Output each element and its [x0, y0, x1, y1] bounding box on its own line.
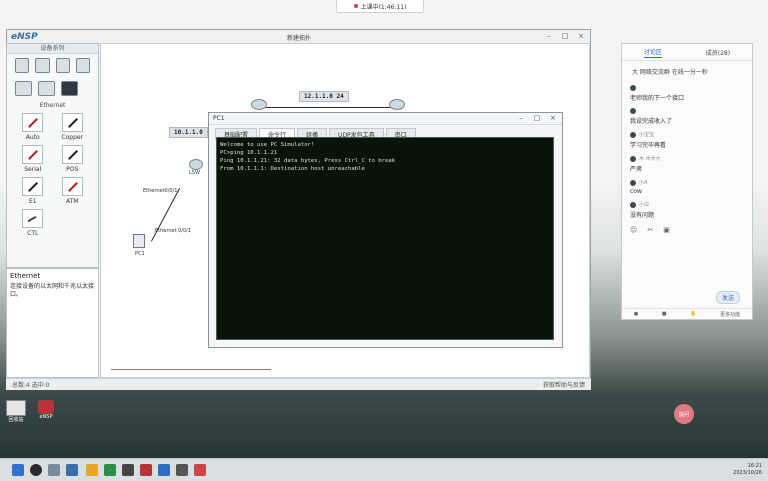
live-dot-icon [353, 4, 358, 8]
avatar [630, 131, 636, 138]
chat-footer: ● ■ ✋ 更多功能 [622, 308, 752, 319]
avatar [630, 155, 636, 162]
info-title: Ethernet [10, 272, 41, 280]
taskbar-clock[interactable]: 16:21 2023/10/26 [733, 463, 762, 477]
tab-discussion[interactable]: 讨论区 [643, 47, 662, 58]
camera-icon[interactable]: ■ [662, 311, 667, 317]
cable-category-icon[interactable] [61, 81, 78, 96]
class-status-toast[interactable]: 上课中(1:46:11) [336, 0, 424, 13]
cable-auto[interactable]: Auto [13, 113, 53, 141]
chat-message: 小白 没有问题 [630, 201, 655, 219]
terminal-line: Ping 10.1.1.21: 32 data bytes, Press Ctr… [220, 158, 396, 164]
horizontal-scrollbar[interactable] [111, 369, 271, 370]
file-explorer-icon[interactable] [86, 464, 98, 476]
pc-device[interactable] [133, 234, 145, 248]
cable-atm[interactable]: ATM [53, 177, 93, 205]
router-device-right[interactable] [389, 99, 405, 110]
widgets-icon[interactable] [66, 464, 78, 476]
info-panel: Ethernet 连接设备的以太网和千兆以太接口。 [6, 268, 99, 378]
desktop-icon-recycle-bin[interactable]: 回收站 [6, 400, 26, 423]
chat-message: 木 木大大 严肃 [630, 155, 661, 173]
ensp-taskbar-icon[interactable] [140, 464, 152, 476]
maximize-icon[interactable]: □ [560, 32, 570, 41]
chat-tools: ☺ ✂ ▣ [622, 222, 752, 238]
hand-icon[interactable]: ✋ [690, 311, 696, 317]
cable-category-label: Ethernet [39, 102, 66, 109]
close-icon[interactable]: × [576, 32, 586, 41]
minimize-icon[interactable]: – [544, 32, 554, 41]
chat-message: 小A cow [630, 179, 648, 195]
task-view-icon[interactable] [48, 464, 60, 476]
link-router-router[interactable] [259, 107, 395, 108]
pc1-close-icon[interactable]: × [548, 114, 558, 123]
device-panel-title: 设备系列 [7, 44, 98, 54]
emoji-icon[interactable]: ☺ [630, 226, 637, 234]
router-device-left[interactable] [251, 99, 267, 110]
toast-text: 上课中(1:46:11) [360, 3, 407, 11]
search-icon[interactable] [30, 464, 42, 476]
more-link[interactable]: 更多功能 [720, 311, 740, 318]
link-label-2: Ethernet 0/0/1 [155, 228, 192, 234]
chat-message: 老师我的下一个接口 [622, 82, 752, 105]
avatar [630, 108, 636, 114]
status-help-link[interactable]: 获取帮助与反馈 [543, 380, 585, 389]
terminal-app-icon[interactable] [122, 464, 134, 476]
network-label-top: 12.1.1.0 24 [299, 91, 349, 102]
status-left: 总数:4 选中:0 [12, 382, 50, 389]
image-icon[interactable]: ▣ [663, 226, 670, 234]
browser-icon[interactable] [104, 464, 116, 476]
pc1-minimize-icon[interactable]: – [516, 114, 526, 123]
info-text: 连接设备的以太网和千兆以太接口。 [10, 283, 95, 298]
device-panel: 设备系列 Ethernet Auto Copper Serial POS E1 … [6, 43, 99, 268]
wlan-icon[interactable] [55, 58, 70, 73]
ensp-app-icon [38, 400, 54, 414]
terminal-line: From 10.1.1.1: Destination host unreacha… [220, 166, 365, 172]
network-label-left: 10.1.1.0 [169, 127, 208, 138]
firewall-icon[interactable] [75, 58, 90, 73]
chat-notice: 大 网络交流群 在线一分一秒 [632, 69, 708, 76]
terminal-line: Welcome to use PC Simulator! [220, 142, 315, 148]
router-icon[interactable] [15, 58, 30, 73]
switch-label: LSW [189, 170, 200, 176]
chat-message: 我设完成收入了 [622, 105, 752, 128]
cable-serial[interactable]: Serial [13, 145, 53, 173]
tab-members[interactable]: 成员(28) [706, 48, 730, 57]
pc1-titlebar: PC1 – □ × [209, 113, 562, 125]
app-icon[interactable] [176, 464, 188, 476]
link-label-1: Ethernet0/0/1 [143, 188, 178, 194]
pc-label: PC1 [135, 251, 145, 257]
chat-tabs: 讨论区 成员(28) [622, 44, 752, 61]
switch-icon[interactable] [35, 58, 50, 73]
app-icon[interactable] [194, 464, 206, 476]
folder-icon [6, 400, 26, 416]
start-icon[interactable] [12, 464, 24, 476]
avatar [630, 201, 636, 208]
status-bar: 总数:4 选中:0 获取帮助与反馈 [6, 378, 591, 390]
terminal-output[interactable]: Welcome to use PC Simulator! PC>ping 10.1… [216, 137, 554, 340]
cloud-icon[interactable] [38, 81, 55, 96]
pc1-window-title: PC1 [213, 115, 225, 122]
cable-copper[interactable]: Copper [53, 113, 93, 141]
ensp-logo: eNSP [11, 32, 38, 42]
mic-icon[interactable]: ● [634, 311, 638, 317]
terminal-line: PC>ping 10.1.1.21 [220, 150, 278, 156]
pc1-window: PC1 – □ × 基础配置 命令行 组播 UDP发包工具 串口 Welcome… [208, 112, 563, 348]
desktop-icon-ensp[interactable]: eNSP [38, 400, 54, 420]
avatar [630, 179, 636, 186]
cable-e1[interactable]: E1 [13, 177, 53, 205]
pc-icon[interactable] [15, 81, 32, 96]
ensp-window-title: 新建拓扑 [287, 35, 312, 42]
cable-pos[interactable]: POS [53, 145, 93, 173]
meeting-app-icon[interactable] [158, 464, 170, 476]
scissors-icon[interactable]: ✂ [647, 226, 653, 234]
discussion-panel: 讨论区 成员(28) 大 网络交流群 在线一分一秒 老师我的下一个接口 我设完成… [621, 43, 753, 320]
send-button[interactable]: 发送 [715, 291, 740, 304]
cable-ctl[interactable]: CTL [13, 209, 53, 237]
switch-device[interactable] [189, 159, 203, 170]
avatar [630, 85, 636, 91]
taskbar: 16:21 2023/10/26 [0, 458, 768, 481]
pc1-maximize-icon[interactable]: □ [532, 114, 542, 123]
chat-message: 小宝宝 学习完毕再看 [630, 131, 667, 149]
question-button[interactable]: 提问 [674, 404, 694, 424]
